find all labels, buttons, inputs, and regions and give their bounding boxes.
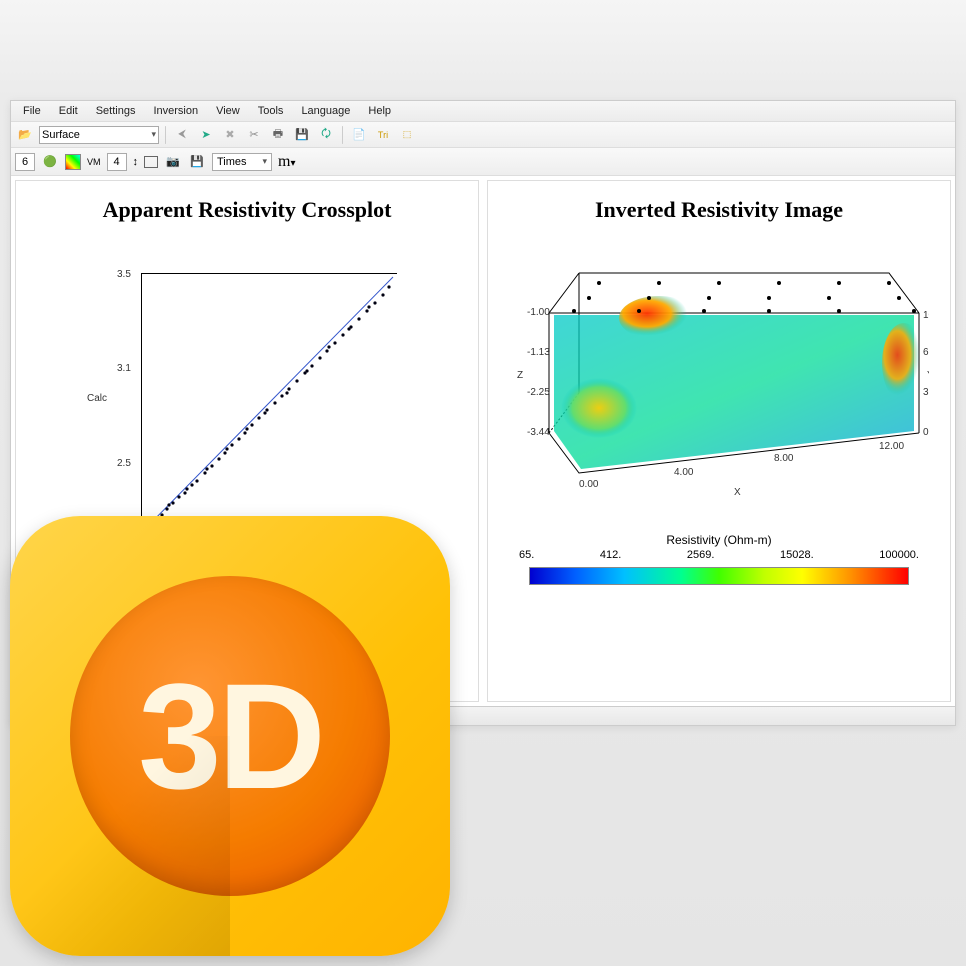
surface-dropdown[interactable]: Surface: [39, 126, 159, 144]
resistivity-image-panel: Inverted Resistivity Image: [487, 180, 951, 702]
font-dropdown[interactable]: Times: [212, 153, 272, 171]
logo-circle: 3D: [70, 576, 390, 896]
xtick-2: 8.00: [774, 453, 794, 464]
unit-label[interactable]: m▾: [278, 153, 295, 171]
ztick-2: -2.25: [527, 387, 550, 398]
vm-label: VM: [87, 157, 101, 167]
print-icon[interactable]: 🖶: [268, 125, 288, 145]
field-six[interactable]: [15, 153, 35, 171]
legend-tick-4: 100000.: [879, 549, 919, 561]
menu-inversion[interactable]: Inversion: [145, 103, 206, 119]
back-icon[interactable]: ⮜: [172, 125, 192, 145]
legend-ticks: 65. 412. 2569. 15028. 100000.: [519, 549, 919, 561]
palette-icon[interactable]: 🟢: [41, 153, 59, 171]
xtick-3: 12.00: [879, 441, 904, 452]
cut-icon[interactable]: ✂: [244, 125, 264, 145]
legend-tick-1: 412.: [600, 549, 621, 561]
menu-file[interactable]: File: [15, 103, 49, 119]
legend-colorbar: [529, 567, 909, 585]
crossplot-title: Apparent Resistivity Crossplot: [103, 197, 392, 223]
surface-dropdown-value: Surface: [42, 129, 80, 141]
chart-icon[interactable]: ⬚: [397, 125, 417, 145]
logo-3d-badge: 3D: [10, 516, 450, 956]
axis-y-label: Y: [927, 370, 929, 381]
ztick-1: -1.13: [527, 347, 550, 358]
menu-tools[interactable]: Tools: [250, 103, 292, 119]
toolbar-secondary: 🟢 VM ↕ 📷 💾 Times m▾: [11, 148, 955, 176]
color-grid-icon[interactable]: [65, 154, 81, 170]
toolbar-main: 📂 Surface ⮜ ➤ ✖ ✂ 🖶 💾 🗘 📄 Tri ⬚: [11, 122, 955, 148]
separator: [342, 126, 343, 144]
menu-settings[interactable]: Settings: [88, 103, 144, 119]
ytick-3b: 10.00: [923, 310, 929, 321]
menubar: File Edit Settings Inversion View Tools …: [11, 101, 955, 122]
camera-icon[interactable]: 📷: [164, 153, 182, 171]
logo-text: 3D: [138, 650, 322, 823]
open-folder-icon[interactable]: 📂: [15, 125, 35, 145]
menu-language[interactable]: Language: [293, 103, 358, 119]
refresh-icon[interactable]: 🗘: [316, 125, 336, 145]
xtick-0: 0.00: [579, 479, 599, 490]
ztick-0: -1.00: [527, 307, 550, 318]
volume-render[interactable]: -1.00 -1.13 -2.25 -3.44 Z 0.00 4.00 8.00…: [509, 243, 929, 503]
rect-icon[interactable]: [144, 156, 158, 168]
legend-tick-2: 2569.: [687, 549, 715, 561]
volume-svg: -1.00 -1.13 -2.25 -3.44 Z 0.00 4.00 8.00…: [509, 243, 929, 503]
menu-edit[interactable]: Edit: [51, 103, 86, 119]
ztick-3: -3.44: [527, 427, 550, 438]
forward-icon[interactable]: ➤: [196, 125, 216, 145]
font-dropdown-value: Times: [217, 156, 247, 168]
tri-icon[interactable]: Tri: [373, 125, 393, 145]
disk-icon[interactable]: 💾: [188, 153, 206, 171]
resistivity-title: Inverted Resistivity Image: [595, 197, 843, 223]
ytick-2b: 6.67: [923, 347, 929, 358]
legend-tick-0: 65.: [519, 549, 534, 561]
separator: [165, 126, 166, 144]
axis-x-label: X: [734, 487, 741, 498]
stepper-icon[interactable]: ↕: [133, 156, 139, 168]
save-icon[interactable]: 💾: [292, 125, 312, 145]
legend-title: Resistivity (Ohm-m): [666, 533, 771, 547]
axis-z-label: Z: [517, 370, 523, 381]
stop-icon[interactable]: ✖: [220, 125, 240, 145]
field-four[interactable]: [107, 153, 127, 171]
ytick-0b: 0.00: [923, 427, 929, 438]
xtick-1: 4.00: [674, 467, 694, 478]
copy-page-icon[interactable]: 📄: [349, 125, 369, 145]
menu-view[interactable]: View: [208, 103, 248, 119]
ytick-1b: 3.33: [923, 387, 929, 398]
legend-tick-3: 15028.: [780, 549, 814, 561]
menu-help[interactable]: Help: [360, 103, 399, 119]
